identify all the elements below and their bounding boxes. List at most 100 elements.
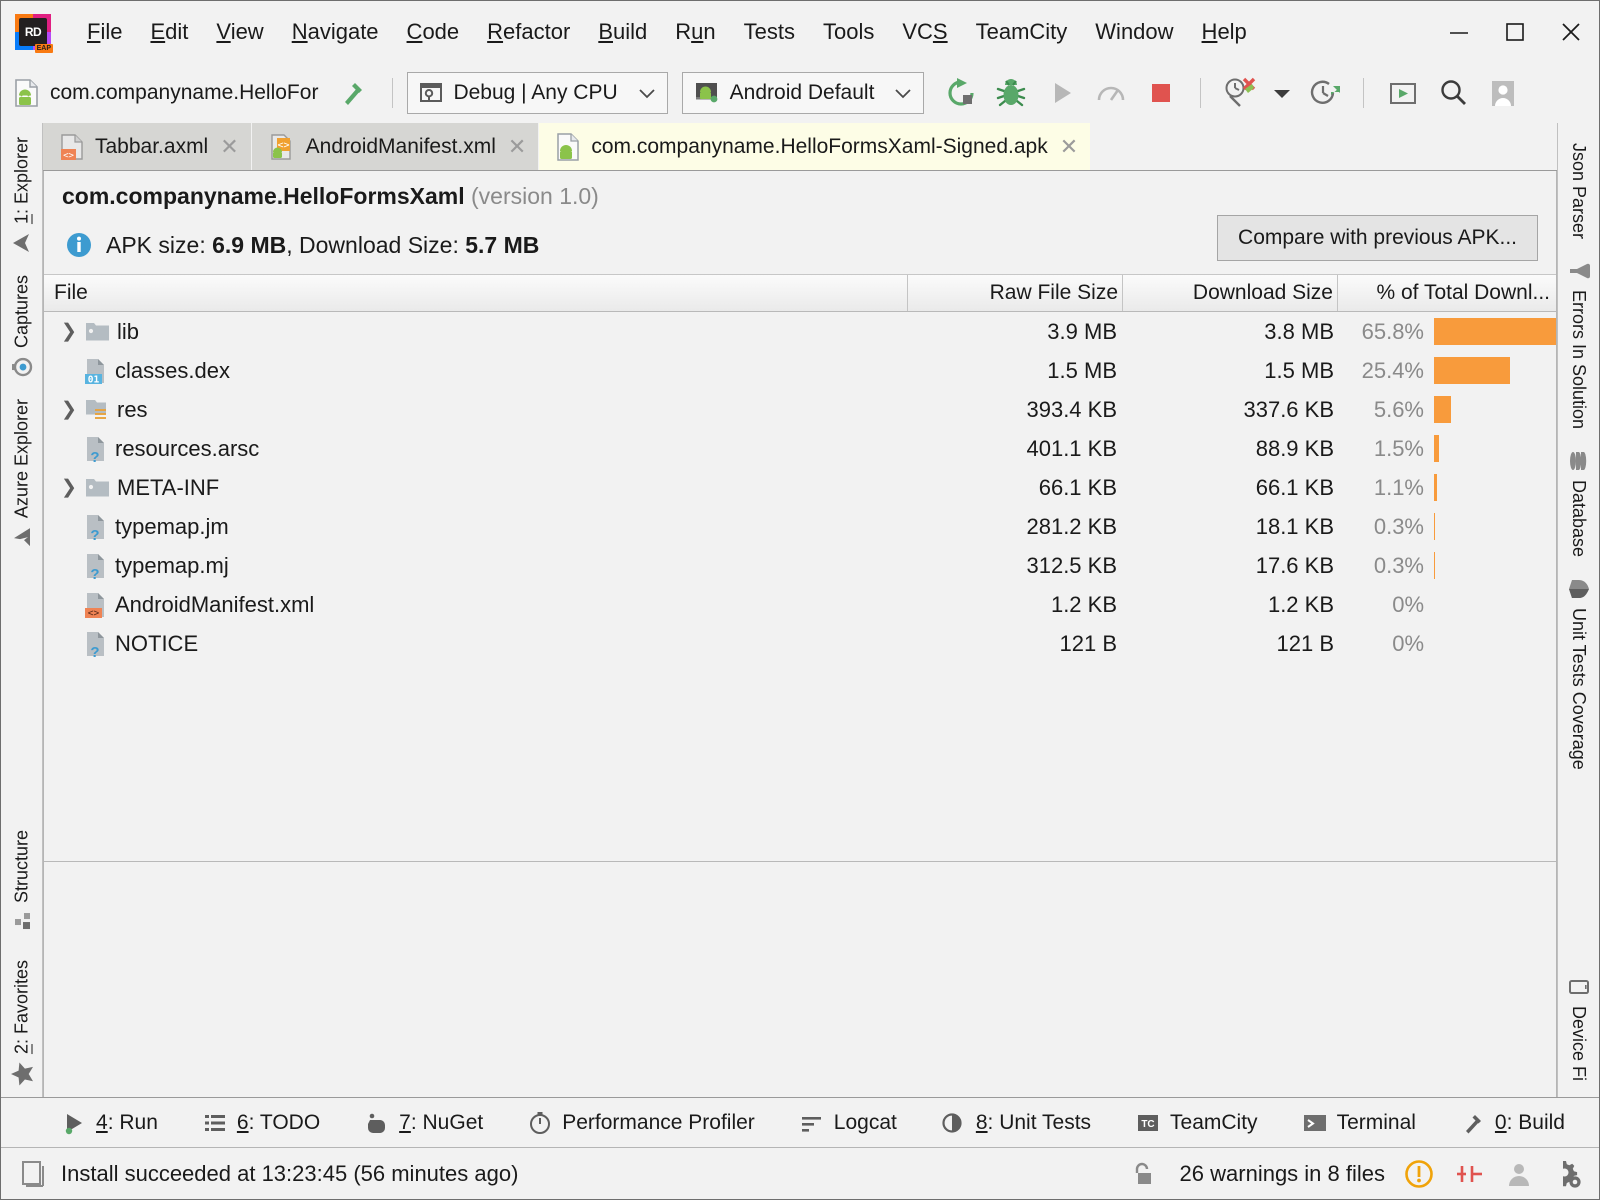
- bottom-tool-0-build[interactable]: 0: Build: [1460, 1110, 1587, 1136]
- menu-item-refactor[interactable]: Refactor: [473, 15, 584, 49]
- menu-item-edit[interactable]: Edit: [136, 15, 202, 49]
- menu-item-run[interactable]: Run: [661, 15, 729, 49]
- menu-item-view[interactable]: View: [202, 15, 277, 49]
- build-configuration-combo[interactable]: Debug | Any CPU: [407, 72, 668, 114]
- android-device-icon: [693, 80, 721, 106]
- bottom-tool-logcat[interactable]: Logcat: [799, 1110, 919, 1136]
- apk-header: com.companyname.HelloFormsXaml (version …: [44, 171, 1556, 261]
- android-file-icon: [13, 78, 41, 108]
- bottom-tool-4-run[interactable]: 4: Run: [61, 1110, 180, 1136]
- cell-download-size: 66.1 KB: [1255, 474, 1334, 500]
- menu-item-code[interactable]: Code: [393, 15, 474, 49]
- cell-download-size: 88.9 KB: [1255, 435, 1334, 461]
- account-icon[interactable]: [1478, 70, 1528, 116]
- close-icon[interactable]: ✕: [218, 134, 238, 160]
- cell-percent-of-total: 0%: [1338, 630, 1556, 657]
- percent-bar-track: [1434, 591, 1556, 618]
- bottom-tool-terminal[interactable]: Terminal: [1302, 1110, 1438, 1136]
- cell-percent-of-total: 0.3%: [1338, 513, 1556, 540]
- sidebar-item-explorer[interactable]: 1: Explorer: [8, 127, 36, 265]
- user-icon[interactable]: [1505, 1160, 1533, 1188]
- svg-text:?: ?: [90, 644, 99, 658]
- bottom-tool-performance-profiler[interactable]: Performance Profiler: [527, 1110, 777, 1136]
- bottom-tool-8-unit-tests[interactable]: 8: Unit Tests: [941, 1110, 1113, 1136]
- column-header-percent-of-total[interactable]: % of Total Downl...: [1338, 275, 1556, 311]
- expand-chevron-icon[interactable]: ❯: [54, 476, 84, 499]
- sidebar-item-device-file-explorer[interactable]: Device Fi: [1565, 965, 1593, 1097]
- maximize-button[interactable]: [1487, 9, 1543, 55]
- bottom-tool-teamcity[interactable]: TC TeamCity: [1135, 1110, 1280, 1136]
- tab-apk-file[interactable]: com.companyname.HelloFormsXaml-Signed.ap…: [539, 123, 1092, 170]
- dropdown-arrow-icon[interactable]: [1265, 70, 1299, 116]
- menu-bar: RD EAP File Edit View Navigate Code Refa…: [1, 1, 1599, 63]
- close-button[interactable]: [1543, 9, 1599, 55]
- menu-item-vcs[interactable]: VCS: [888, 15, 961, 49]
- sidebar-item-json-parser[interactable]: Json Parser: [1566, 127, 1591, 249]
- table-row[interactable]: ❯?NOTICE121 B121 B0%: [44, 624, 1556, 663]
- inspection-widget-icon[interactable]: [1453, 1160, 1487, 1188]
- percent-bar: [1434, 474, 1437, 501]
- expand-chevron-icon[interactable]: ❯: [54, 398, 84, 421]
- menu-item-window[interactable]: Window: [1081, 15, 1187, 49]
- cell-file: ❯<>AndroidManifest.xml: [44, 591, 908, 619]
- dex-file-icon: 01: [84, 357, 109, 385]
- gear-icon[interactable]: [1551, 1159, 1583, 1189]
- cell-download-size: 1.2 KB: [1267, 591, 1334, 617]
- apk-analyzer-panel: com.companyname.HelloFormsXaml (version …: [43, 171, 1557, 1097]
- close-icon[interactable]: ✕: [506, 134, 526, 160]
- menu-item-build[interactable]: Build: [584, 15, 661, 49]
- table-row[interactable]: ❯<>AndroidManifest.xml1.2 KB1.2 KB0%: [44, 585, 1556, 624]
- table-row[interactable]: ❯ lib 3.9 MB 3.8 MB 65.8%: [44, 312, 1556, 351]
- menu-item-teamcity[interactable]: TeamCity: [962, 15, 1082, 49]
- percent-label: 65.8%: [1361, 318, 1424, 344]
- profile-icon[interactable]: [1086, 70, 1136, 116]
- rerun-icon[interactable]: [936, 70, 986, 116]
- table-row[interactable]: ❯?typemap.jm281.2 KB18.1 KB0.3%: [44, 507, 1556, 546]
- sidebar-item-azure-explorer[interactable]: Azure Explorer: [8, 389, 36, 559]
- sidebar-item-favorites[interactable]: 2: Favorites: [7, 942, 37, 1097]
- warning-circle-icon[interactable]: [1403, 1158, 1435, 1190]
- bottom-tool-6-todo[interactable]: 6: TODO: [202, 1110, 342, 1136]
- column-header-download-size[interactable]: Download Size: [1123, 275, 1338, 311]
- project-selector[interactable]: com.companyname.HelloFor: [13, 78, 318, 108]
- table-row[interactable]: ❯?resources.arsc401.1 KB88.9 KB1.5%: [44, 429, 1556, 468]
- apk-size-prefix: APK size:: [106, 231, 213, 258]
- percent-bar: [1434, 513, 1435, 540]
- open-toolwindow-icon[interactable]: [1378, 70, 1428, 116]
- hammer-icon[interactable]: [328, 70, 378, 116]
- tab-androidmanifest-xml[interactable]: <> AndroidManifest.xml ✕: [251, 123, 540, 170]
- column-header-raw-file-size[interactable]: Raw File Size: [908, 275, 1123, 311]
- compare-with-previous-apk-button[interactable]: Compare with previous APK...: [1217, 215, 1538, 261]
- column-header-file[interactable]: File: [44, 275, 908, 311]
- sidebar-item-captures[interactable]: Captures: [8, 265, 36, 389]
- search-icon[interactable]: [1428, 70, 1478, 116]
- unlock-icon[interactable]: [1130, 1160, 1156, 1188]
- bottom-tool-7-nuget[interactable]: 7: NuGet: [364, 1110, 505, 1136]
- table-row[interactable]: ❯ res 393.4 KB 337.6 KB 5.6%: [44, 390, 1556, 429]
- menu-item-navigate[interactable]: Navigate: [278, 15, 393, 49]
- sidebar-item-structure[interactable]: Structure: [9, 820, 35, 942]
- percent-label: 0%: [1392, 591, 1424, 617]
- table-row[interactable]: ❯01classes.dex1.5 MB1.5 MB25.4%: [44, 351, 1556, 390]
- run-icon[interactable]: [1036, 70, 1086, 116]
- debug-icon[interactable]: [986, 70, 1036, 116]
- minimize-button[interactable]: [1431, 9, 1487, 55]
- table-row[interactable]: ❯?typemap.mj312.5 KB17.6 KB0.3%: [44, 546, 1556, 585]
- expand-chevron-icon[interactable]: ❯: [54, 320, 84, 343]
- menu-item-help[interactable]: Help: [1188, 15, 1261, 49]
- coverage-icon[interactable]: [1215, 70, 1265, 116]
- sidebar-item-database[interactable]: Database: [1565, 439, 1593, 567]
- stop-icon[interactable]: [1136, 70, 1186, 116]
- device-combo[interactable]: Android Default: [681, 72, 925, 114]
- table-row[interactable]: ❯ META-INF 66.1 KB 66.1 KB 1.1%: [44, 468, 1556, 507]
- menu-item-tools[interactable]: Tools: [809, 15, 888, 49]
- menu-item-file[interactable]: File: [73, 15, 136, 49]
- warnings-count[interactable]: 26 warnings in 8 files: [1174, 1161, 1385, 1187]
- history-icon[interactable]: [1299, 70, 1349, 116]
- menu-item-tests[interactable]: Tests: [730, 15, 809, 49]
- sidebar-item-unit-tests-coverage[interactable]: Unit Tests Coverage: [1565, 567, 1593, 780]
- tab-tabbar-axml[interactable]: <> Tabbar.axml ✕: [43, 123, 252, 170]
- close-icon[interactable]: ✕: [1058, 134, 1078, 160]
- sidebar-item-errors-in-solution[interactable]: Errors In Solution: [1565, 249, 1593, 439]
- cell-raw-file-size: 3.9 MB: [1047, 318, 1117, 344]
